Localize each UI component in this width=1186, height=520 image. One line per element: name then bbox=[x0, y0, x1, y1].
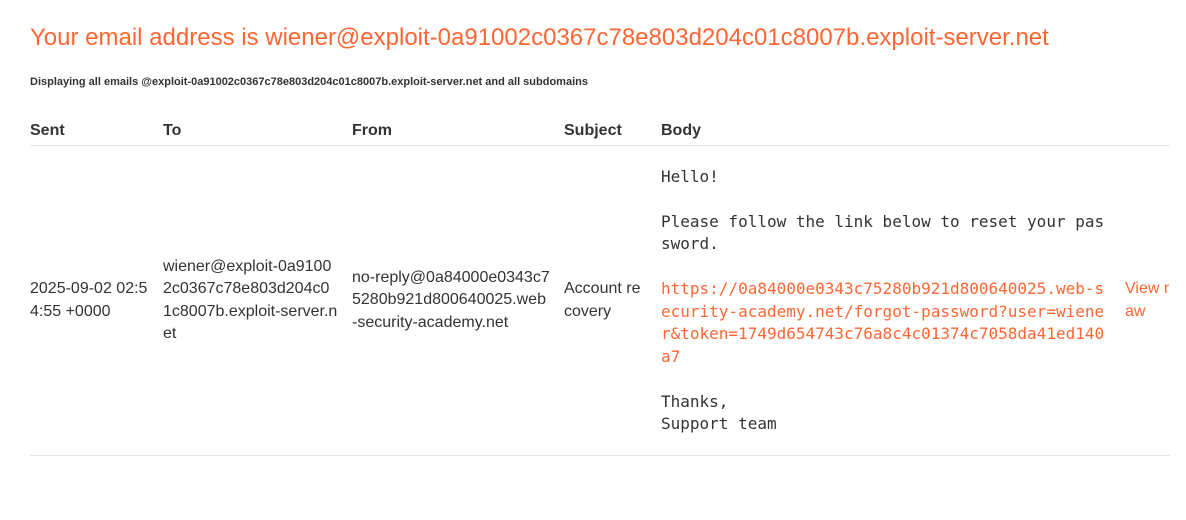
body-signoff: Thanks, bbox=[661, 391, 729, 411]
reset-password-link[interactable]: https://0a84000e0343c75280b921d800640025… bbox=[661, 279, 1104, 366]
column-header-to: To bbox=[163, 116, 352, 146]
view-raw-link[interactable]: View raw bbox=[1125, 280, 1169, 320]
column-header-from: From bbox=[352, 116, 564, 146]
view-raw-cell: View raw bbox=[1125, 145, 1170, 456]
column-header-body: Body bbox=[661, 116, 1170, 146]
email-address-heading: Your email address is wiener@exploit-0a9… bbox=[30, 24, 1049, 51]
email-client-page: Your email address is wiener@exploit-0a9… bbox=[0, 0, 1186, 520]
subject-cell: Account recovery bbox=[564, 145, 661, 456]
column-header-subject: Subject bbox=[564, 116, 661, 146]
email-body: Hello! Please follow the link below to re… bbox=[661, 147, 1125, 455]
email-table-header: Sent To From Subject Body bbox=[30, 116, 1170, 146]
displaying-emails-note: Displaying all emails @exploit-0a91002c0… bbox=[30, 76, 588, 88]
body-signature: Support team bbox=[661, 414, 777, 433]
table-row: 2025-09-02 02:54:55 +0000 wiener@exploit… bbox=[30, 145, 1170, 456]
column-header-sent: Sent bbox=[30, 116, 163, 146]
body-instruction: Please follow the link below to reset yo… bbox=[661, 211, 1105, 254]
from-cell: no-reply@0a84000e0343c75280b921d80064002… bbox=[352, 145, 564, 456]
body-cell: Hello! Please follow the link below to re… bbox=[661, 145, 1125, 456]
body-greeting: Hello! bbox=[661, 166, 719, 186]
header-row: Sent To From Subject Body bbox=[30, 116, 1170, 146]
sent-cell: 2025-09-02 02:54:55 +0000 bbox=[30, 145, 163, 456]
to-cell: wiener@exploit-0a91002c0367c78e803d204c0… bbox=[163, 145, 352, 456]
email-table: Sent To From Subject Body 2025-09-02 02:… bbox=[30, 116, 1170, 456]
